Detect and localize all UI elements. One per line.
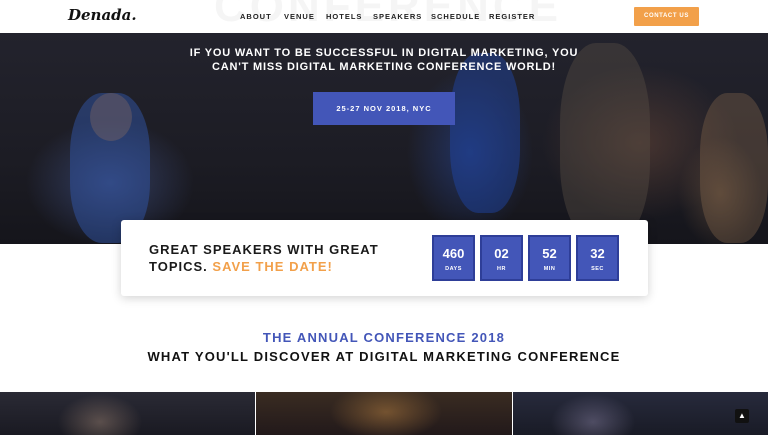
nav-about[interactable]: ABOUT <box>240 12 272 21</box>
countdown-days: 460 DAYS <box>432 235 475 281</box>
hero-photo-figure <box>560 43 650 243</box>
hero-photo-figure <box>450 53 520 213</box>
hero-tagline-line2: CAN'T MISS DIGITAL MARKETING CONFERENCE … <box>212 61 556 73</box>
save-the-date-text: SAVE THE DATE! <box>212 259 333 274</box>
countdown-seconds-label: SEC <box>591 266 604 272</box>
section-subtitle: THE ANNUAL CONFERENCE 2018 <box>262 330 506 345</box>
countdown-seconds-value: 32 <box>590 246 605 261</box>
countdown-hours-label: HR <box>497 266 506 272</box>
countdown-card: GREAT SPEAKERS WITH GREAT TOPICS. SAVE T… <box>121 220 648 296</box>
nav-venue[interactable]: VENUE <box>284 12 315 21</box>
gallery-image <box>0 392 255 435</box>
countdown-hours: 02 HR <box>480 235 523 281</box>
site-header: CONFERENCE Denada. ABOUT VENUE HOTELS SP… <box>0 0 768 33</box>
nav-speakers[interactable]: SPEAKERS <box>373 12 422 21</box>
contact-us-button[interactable]: CONTACT US <box>634 7 699 26</box>
countdown-days-label: DAYS <box>445 266 462 272</box>
gallery-strip <box>0 392 768 435</box>
nav-schedule[interactable]: SCHEDULE <box>431 12 480 21</box>
gallery-image <box>513 392 768 435</box>
countdown-days-value: 460 <box>442 246 465 261</box>
countdown-minutes-label: MIN <box>543 266 556 272</box>
hero-photo-figure <box>700 93 768 243</box>
hero-section: IF YOU WANT TO BE SUCCESSFUL IN DIGITAL … <box>0 33 768 244</box>
countdown-hours-value: 02 <box>494 246 509 261</box>
nav-register[interactable]: REGISTER <box>489 12 535 21</box>
hero-photo-figure <box>90 93 132 141</box>
nav-hotels[interactable]: HOTELS <box>326 12 362 21</box>
countdown-headline: GREAT SPEAKERS WITH GREAT TOPICS. SAVE T… <box>149 241 409 275</box>
countdown-minutes-value: 52 <box>542 246 557 261</box>
countdown-minutes: 52 MIN <box>528 235 571 281</box>
chevron-up-icon[interactable]: ▲ <box>735 409 749 423</box>
countdown-seconds: 32 SEC <box>576 235 619 281</box>
event-date-button[interactable]: 25-27 NOV 2018, NYC <box>313 92 455 125</box>
gallery-image <box>256 392 512 435</box>
hero-tagline-line1: IF YOU WANT TO BE SUCCESSFUL IN DIGITAL … <box>189 47 579 59</box>
section-title: WHAT YOU'LL DISCOVER AT DIGITAL MARKETIN… <box>147 349 621 364</box>
